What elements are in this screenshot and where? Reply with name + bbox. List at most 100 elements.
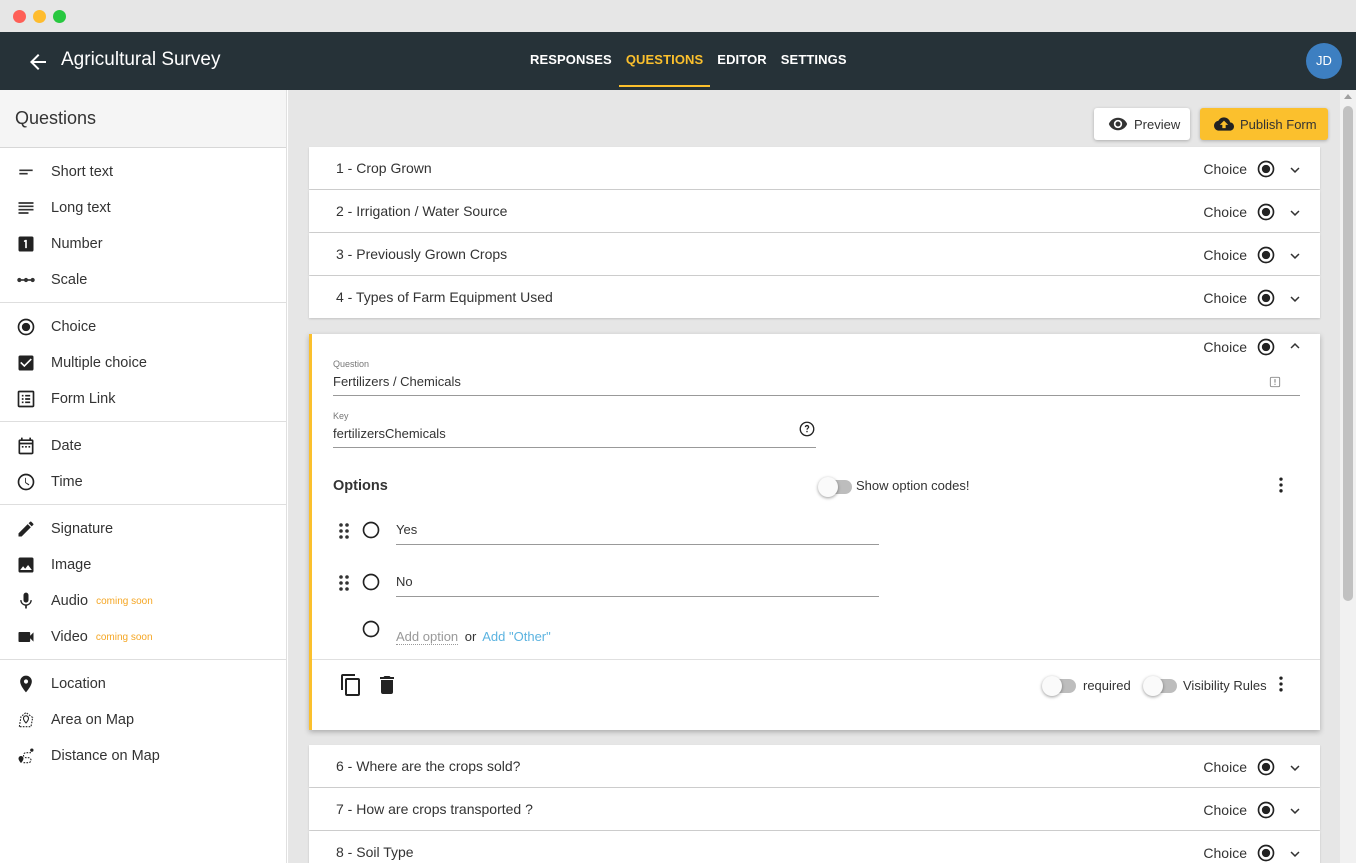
- copy-icon[interactable]: [339, 673, 363, 697]
- main-tabs: RESPONSES QUESTIONS EDITOR SETTINGS: [523, 32, 854, 90]
- question-type-label: Choice: [1203, 339, 1247, 355]
- sidebar-item-signature[interactable]: Signature: [0, 511, 286, 547]
- card-divider: [312, 659, 1320, 660]
- radio-icon: [1257, 801, 1275, 819]
- preview-button[interactable]: Preview: [1094, 108, 1190, 140]
- question-row[interactable]: 1 - Crop Grown Choice: [309, 147, 1320, 189]
- translate-icon[interactable]: [1268, 375, 1282, 389]
- question-row[interactable]: 3 - Previously Grown Crops Choice: [309, 233, 1320, 275]
- clock-icon: [16, 472, 36, 492]
- question-row[interactable]: 6 - Where are the crops sold? Choice: [309, 745, 1320, 787]
- chevron-down-icon[interactable]: [1286, 161, 1304, 179]
- question-row[interactable]: 2 - Irrigation / Water Source Choice: [309, 190, 1320, 232]
- sidebar-item-distance-on-map[interactable]: Distance on Map: [0, 738, 286, 774]
- question-type-label: Choice: [1203, 759, 1247, 775]
- question-type-label: Choice: [1203, 802, 1247, 818]
- sidebar-group-text: Short text Long text Number Scale: [0, 148, 286, 303]
- sidebar-item-label: Time: [51, 474, 83, 490]
- option-input[interactable]: Yes: [396, 522, 879, 545]
- question-label: 6 - Where are the crops sold?: [336, 758, 521, 774]
- scroll-up-arrow[interactable]: [1344, 94, 1352, 99]
- question-type: Choice: [1203, 843, 1276, 863]
- map-area-icon: [16, 710, 36, 730]
- tab-editor[interactable]: EDITOR: [710, 32, 773, 90]
- form-title: Agricultural Survey: [61, 49, 221, 70]
- sidebar-item-form-link[interactable]: Form Link: [0, 381, 286, 417]
- expanded-question-card: Choice Question Fertilizers / Chemicals …: [309, 334, 1320, 730]
- back-arrow-icon[interactable]: [26, 50, 50, 74]
- pencil-icon: [16, 519, 36, 539]
- sidebar-group-map: Location Area on Map Distance on Map: [0, 660, 286, 778]
- radio-unchecked-icon: [362, 521, 380, 539]
- option-input[interactable]: No: [396, 574, 879, 597]
- options-title: Options: [333, 478, 388, 494]
- options-more-icon[interactable]: [1271, 475, 1291, 495]
- publish-form-button[interactable]: Publish Form: [1200, 108, 1328, 140]
- sidebar-item-scale[interactable]: Scale: [0, 262, 286, 298]
- tab-questions[interactable]: QUESTIONS: [618, 32, 711, 90]
- image-icon: [16, 555, 36, 575]
- question-row[interactable]: 8 - Soil Type Choice: [309, 831, 1320, 863]
- sidebar-item-multiple-choice[interactable]: Multiple choice: [0, 345, 286, 381]
- question-more-icon[interactable]: [1271, 674, 1291, 694]
- sidebar-item-image[interactable]: Image: [0, 547, 286, 583]
- add-other-link[interactable]: Add "Other": [482, 629, 551, 644]
- sidebar-item-video[interactable]: Video coming soon: [0, 619, 286, 655]
- sidebar-item-location[interactable]: Location: [0, 666, 286, 702]
- sidebar-item-audio[interactable]: Audio coming soon: [0, 583, 286, 619]
- question-type: Choice: [1203, 245, 1276, 265]
- delete-icon[interactable]: [375, 673, 399, 697]
- help-icon[interactable]: [798, 420, 816, 438]
- chevron-down-icon[interactable]: [1286, 247, 1304, 265]
- sidebar-item-number[interactable]: Number: [0, 226, 286, 262]
- question-row[interactable]: 7 - How are crops transported ? Choice: [309, 788, 1320, 830]
- sidebar-item-date[interactable]: Date: [0, 428, 286, 464]
- drag-handle-icon[interactable]: [336, 573, 352, 593]
- chevron-down-icon[interactable]: [1286, 759, 1304, 777]
- scale-icon: [16, 270, 36, 290]
- vertical-scrollbar[interactable]: [1340, 90, 1356, 863]
- question-label: 4 - Types of Farm Equipment Used: [336, 289, 553, 305]
- question-type-label: Choice: [1203, 161, 1247, 177]
- chevron-down-icon[interactable]: [1286, 802, 1304, 820]
- sidebar-item-label: Number: [51, 236, 103, 252]
- drag-handle-icon[interactable]: [336, 521, 352, 541]
- question-row[interactable]: 4 - Types of Farm Equipment Used Choice: [309, 276, 1320, 318]
- sidebar-item-area-on-map[interactable]: Area on Map: [0, 702, 286, 738]
- chevron-down-icon[interactable]: [1286, 845, 1304, 863]
- question-text-value: Fertilizers / Chemicals: [333, 374, 461, 389]
- option-row: No: [336, 568, 896, 598]
- sidebar-item-label: Short text: [51, 164, 114, 180]
- radio-icon: [1257, 844, 1275, 862]
- sidebar-item-label: Scale: [51, 272, 88, 288]
- show-option-codes-toggle[interactable]: [818, 477, 852, 497]
- visibility-rules-toggle[interactable]: [1143, 676, 1177, 696]
- sidebar-item-short-text[interactable]: Short text: [0, 154, 286, 190]
- key-field[interactable]: fertilizersChemicals: [333, 421, 816, 448]
- minimize-window-button[interactable]: [33, 10, 46, 23]
- sidebar-item-time[interactable]: Time: [0, 464, 286, 500]
- sidebar-item-label: Form Link: [51, 391, 116, 407]
- question-text-field[interactable]: Fertilizers / Chemicals: [333, 374, 1300, 396]
- sidebar-item-label: Image: [51, 557, 92, 573]
- user-avatar[interactable]: JD: [1306, 43, 1342, 79]
- tab-settings[interactable]: SETTINGS: [774, 32, 854, 90]
- radio-unchecked-icon: [362, 620, 380, 638]
- coming-soon-badge: coming soon: [95, 631, 153, 643]
- sidebar-item-long-text[interactable]: Long text: [0, 190, 286, 226]
- chevron-up-icon[interactable]: [1286, 337, 1304, 355]
- required-toggle[interactable]: [1042, 676, 1076, 696]
- radio-icon: [1257, 758, 1275, 776]
- chevron-down-icon[interactable]: [1286, 290, 1304, 308]
- sidebar-item-choice[interactable]: Choice: [0, 309, 286, 345]
- question-type: Choice: [1203, 288, 1276, 308]
- scrollbar-thumb[interactable]: [1343, 106, 1353, 601]
- tab-responses[interactable]: RESPONSES: [523, 32, 619, 90]
- add-option-link[interactable]: Add option: [396, 629, 459, 645]
- maximize-window-button[interactable]: [53, 10, 66, 23]
- sidebar-item-label: Signature: [51, 521, 114, 537]
- close-window-button[interactable]: [13, 10, 26, 23]
- radio-unchecked-icon: [362, 573, 380, 591]
- sidebar-item-label: Date: [51, 438, 82, 454]
- chevron-down-icon[interactable]: [1286, 204, 1304, 222]
